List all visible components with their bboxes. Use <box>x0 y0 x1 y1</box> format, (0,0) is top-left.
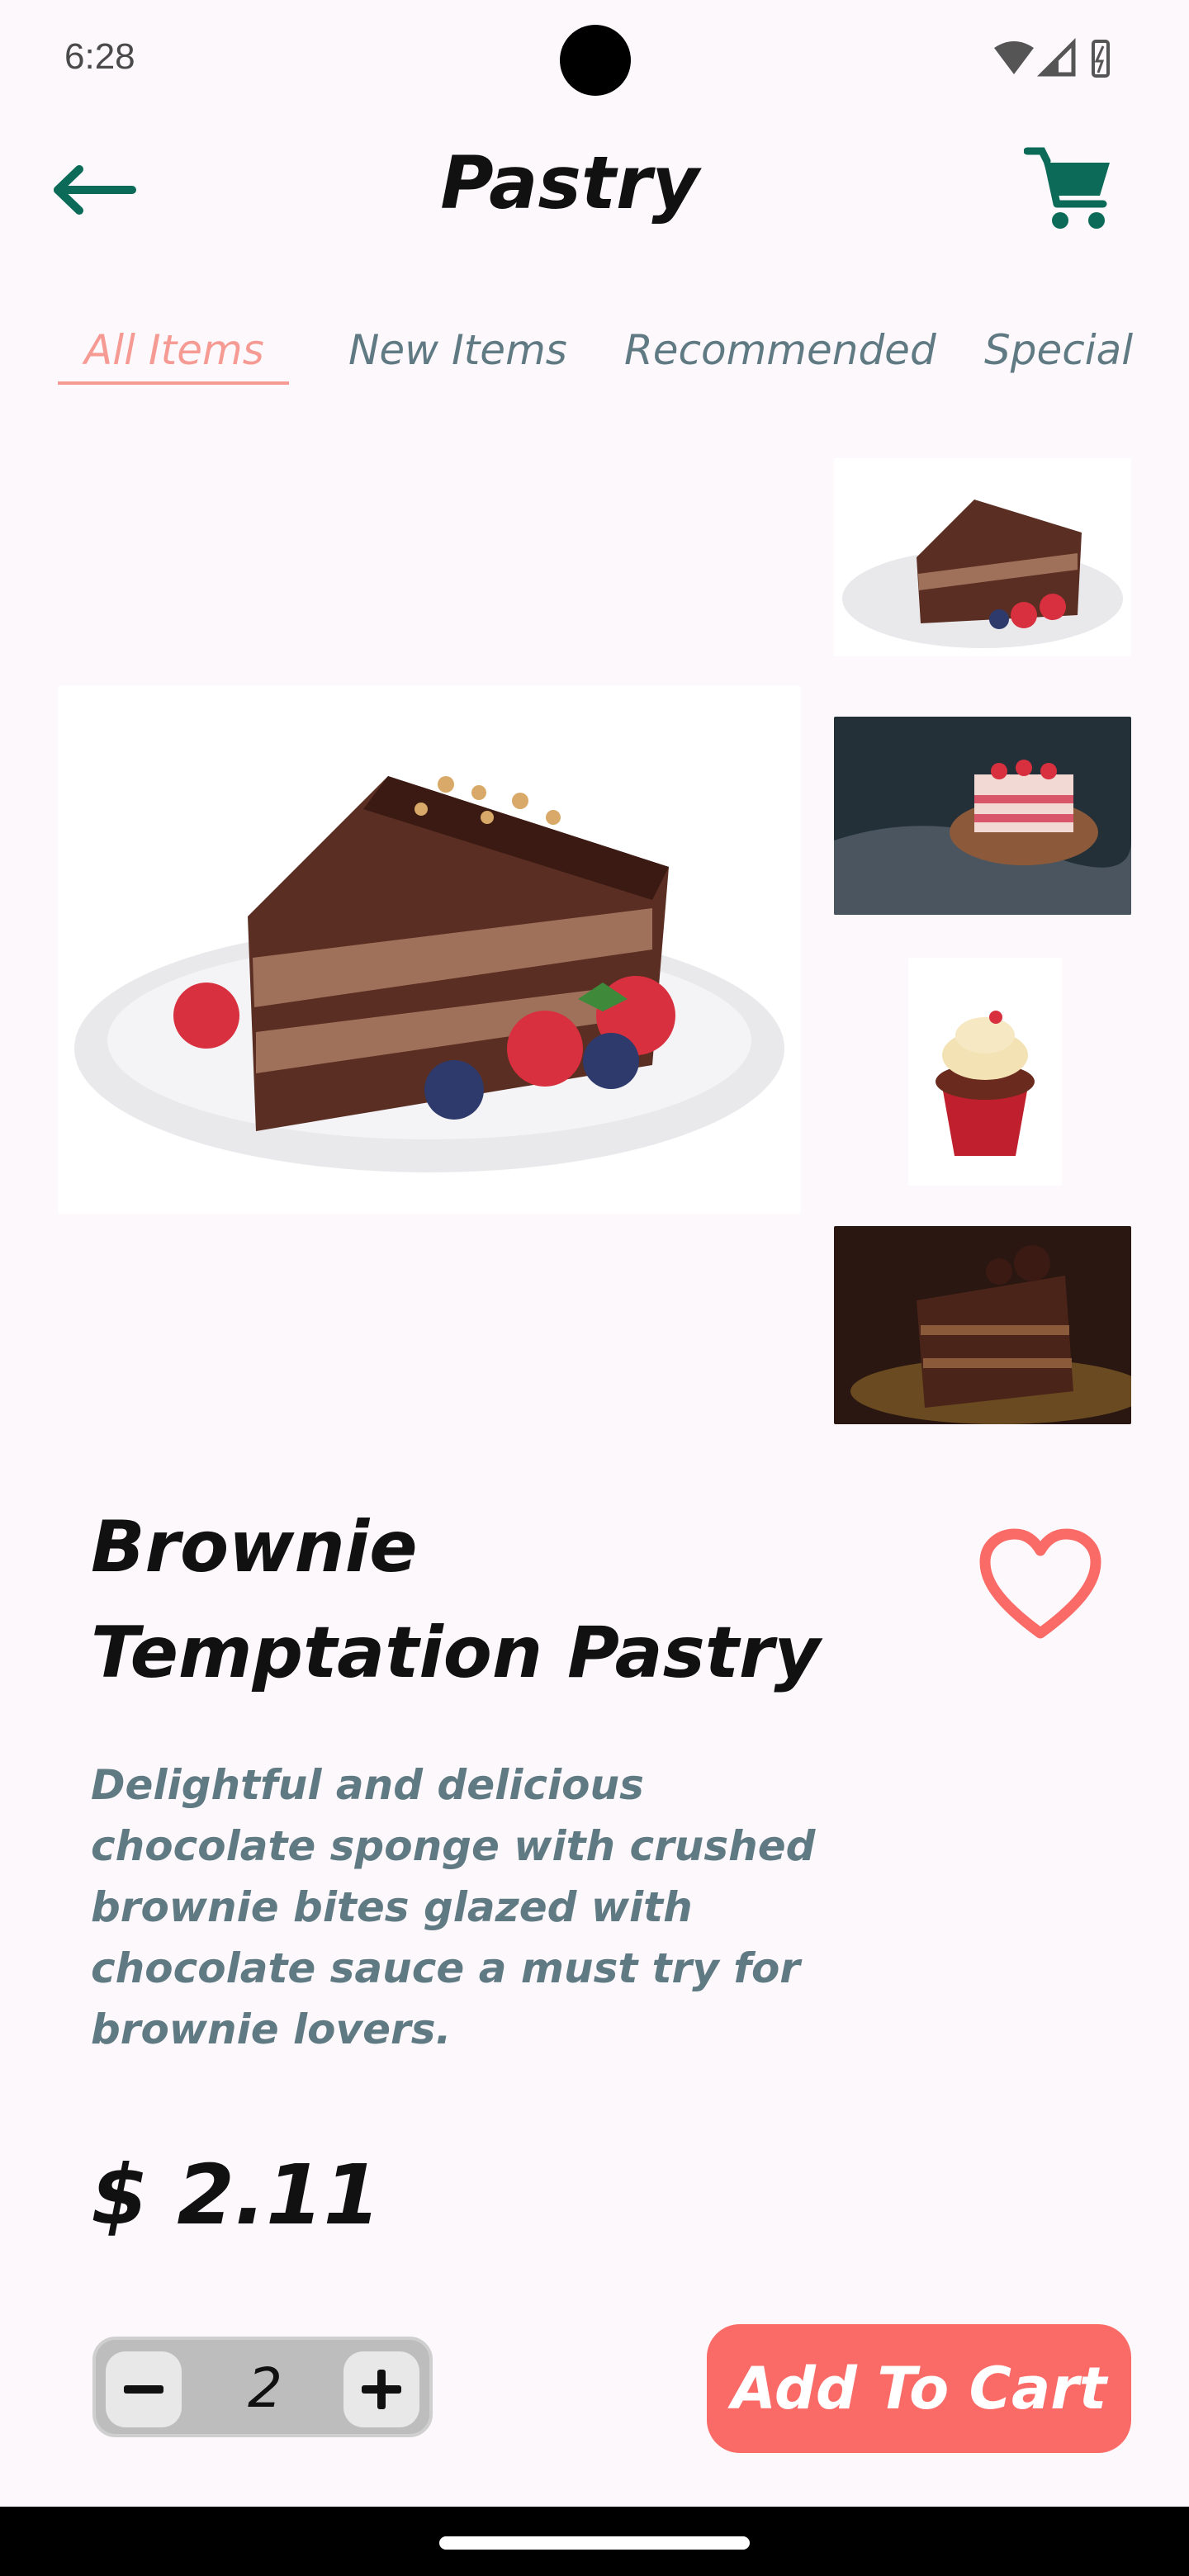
status-time: 6:28 <box>64 36 135 77</box>
quantity-stepper: 2 <box>92 2337 433 2437</box>
wifi-icon <box>994 41 1034 74</box>
page-title: Pastry <box>440 140 699 225</box>
product-description: Delightful and delicious chocolate spong… <box>91 1761 816 2053</box>
product-price: $ 2.11 <box>91 2147 381 2243</box>
tab-special[interactable]: Special <box>984 326 1133 374</box>
decrease-quantity-button[interactable] <box>106 2351 182 2427</box>
thumbnail-chocolate-pastry[interactable] <box>834 1226 1131 1424</box>
minus-icon <box>124 2385 163 2394</box>
status-icons <box>991 36 1123 83</box>
camera-cutout <box>560 25 631 96</box>
cart-button[interactable] <box>1016 136 1123 244</box>
tab-recommended[interactable]: Recommended <box>624 326 936 374</box>
product-main-image <box>58 685 801 1214</box>
heart-outline-icon <box>979 1528 1101 1639</box>
quantity-value: 2 <box>248 2356 282 2420</box>
thumbnail-cake-slice[interactable] <box>834 458 1131 656</box>
shopping-cart-icon <box>1024 147 1110 229</box>
tab-all-items[interactable]: All Items <box>84 326 264 374</box>
product-name: Brownie Temptation Pastry <box>91 1506 821 1694</box>
tab-new-items[interactable]: New Items <box>348 326 567 374</box>
thumbnail-cupcake[interactable] <box>908 958 1062 1186</box>
thumbnail-strawberry-cake[interactable] <box>834 717 1131 915</box>
favorite-button[interactable] <box>974 1519 1106 1651</box>
plus-icon <box>362 2370 401 2409</box>
add-to-cart-button[interactable]: Add To Cart <box>707 2324 1131 2453</box>
battery-icon <box>1092 40 1110 78</box>
home-gesture-handle[interactable] <box>439 2536 750 2550</box>
increase-quantity-button[interactable] <box>343 2351 419 2427</box>
tab-active-indicator <box>58 381 289 385</box>
signal-icon <box>1036 37 1076 77</box>
